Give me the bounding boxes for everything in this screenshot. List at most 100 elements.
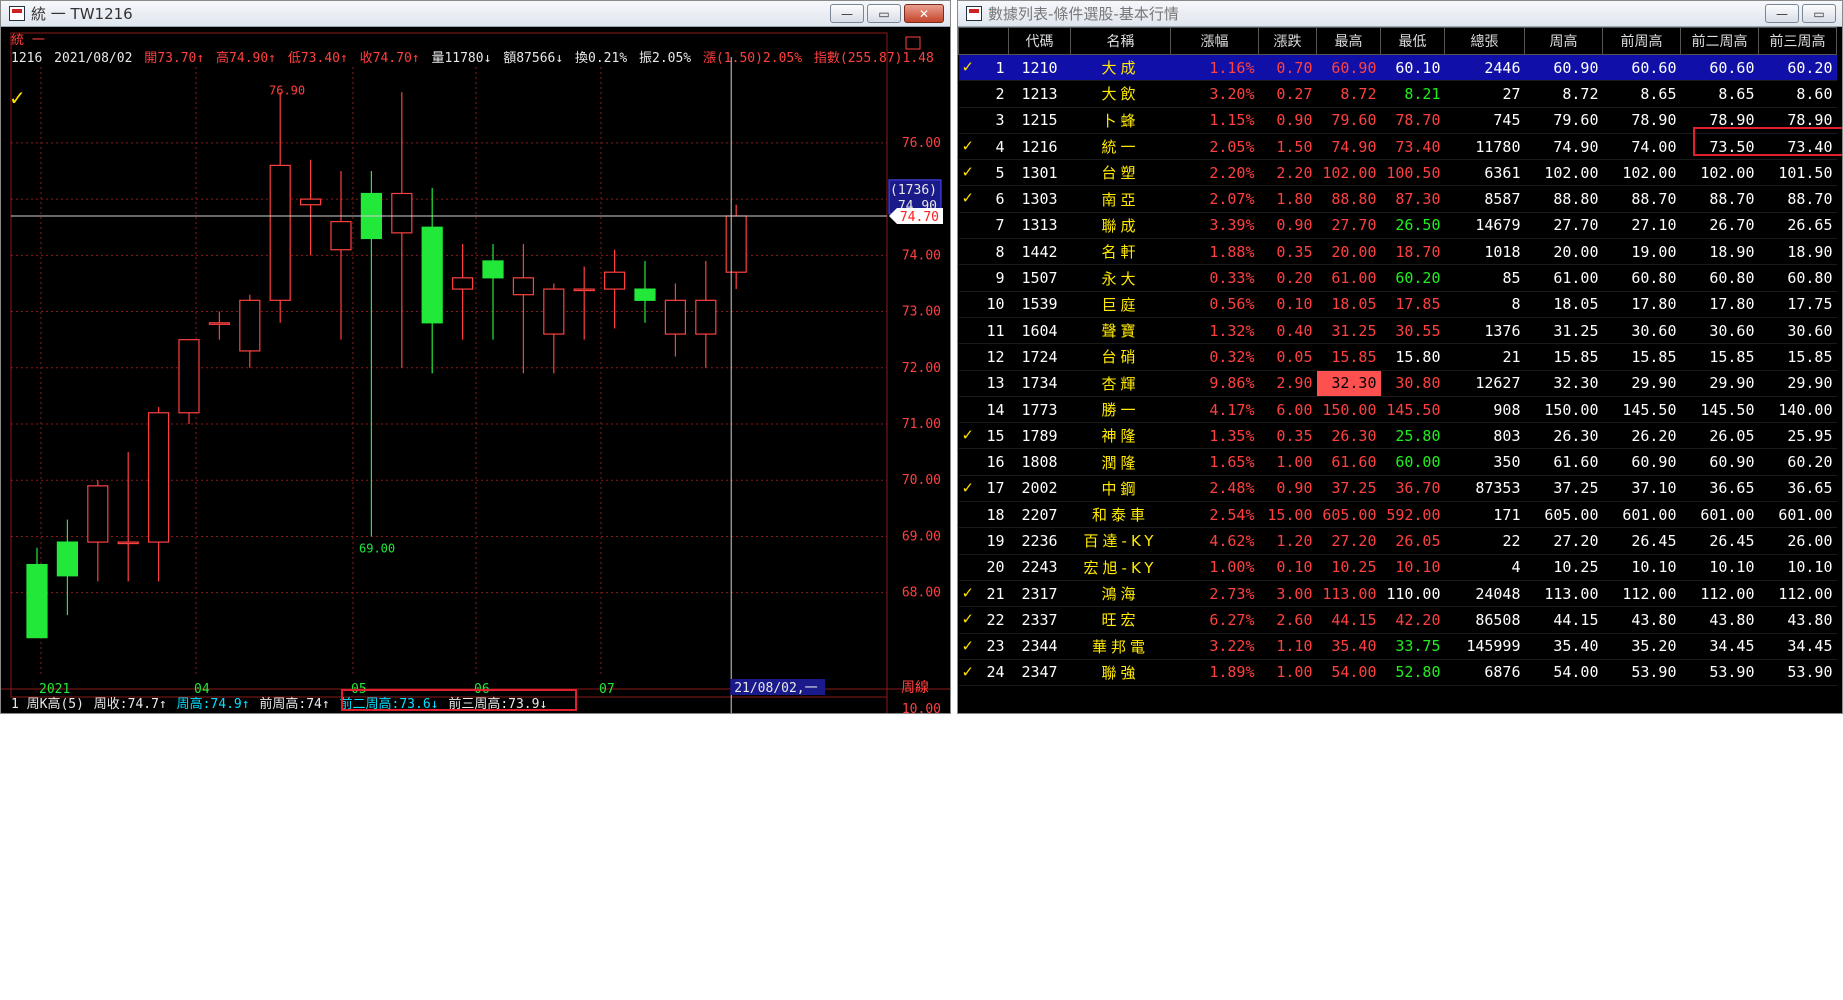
stock-name-cell: 華邦電 (1070, 633, 1171, 660)
change-pct-cell: 3.22% (1170, 633, 1259, 660)
bottom-axis-value: 10.00 (902, 702, 941, 714)
table-titlebar[interactable]: 數據列表-條件選股-基本行情 — ▭ (958, 1, 1842, 27)
column-header[interactable]: 代碼 (1008, 27, 1071, 55)
table-row[interactable]: 13 1734 杏輝 9.86% 2.90 32.30 30.80 12627 32.30 29.… (958, 370, 1837, 397)
change-cell: 1.20 (1258, 527, 1317, 555)
prev-week-high-cell: 43.80 (1602, 606, 1681, 634)
change-cell: 15.00 (1258, 501, 1317, 529)
change-pct-cell: 1.32% (1170, 317, 1259, 345)
change-cell: 2.60 (1258, 606, 1317, 634)
candle-up (543, 288, 565, 335)
table-row[interactable]: ✓ 6 1303 南亞 2.07% 1.80 88.80 87.30 8587 88.80 88.7… (958, 185, 1837, 213)
table-row[interactable]: ✓ 17 2002 中鋼 2.48% 0.90 37.25 36.70 87353 37.25 37… (958, 475, 1837, 503)
table-row[interactable]: ✓ 24 2347 聯強 1.89% 1.00 54.00 52.80 6876 54.00 53.… (958, 659, 1837, 687)
table-row[interactable]: 7 1313 聯成 3.39% 0.90 27.70 26.50 14679 27.70 27.1… (958, 212, 1837, 240)
table-row[interactable]: ✓ 15 1789 神隆 1.35% 0.35 26.30 25.80 803 26.30 26.2… (958, 422, 1837, 450)
indicator-week-high: 周高:74.9↑ (176, 697, 250, 712)
prev3-week-high-cell: 29.90 (1758, 370, 1837, 397)
table-row[interactable]: 12 1724 台硝 0.32% 0.05 15.85 15.80 21 15.85 15.85 1… (958, 343, 1837, 371)
table-row[interactable]: 20 2243 宏旭-KY 1.00% 0.10 10.25 10.10 4 10.25 10.1… (958, 554, 1837, 581)
table-row[interactable]: 19 2236 百達-KY 4.62% 1.20 27.20 26.05 22 27.20 26.… (958, 527, 1837, 555)
column-header[interactable]: 前周高 (1602, 27, 1681, 55)
row-index: 19 (958, 527, 1009, 555)
prev2-week-high-cell: 53.90 (1680, 659, 1759, 687)
column-header[interactable]: 漲跌 (1258, 27, 1317, 55)
change-pct-cell: 6.27% (1170, 606, 1259, 634)
high-cell: 27.20 (1316, 527, 1381, 555)
row-index: ✓ 15 (958, 422, 1009, 450)
column-header[interactable] (958, 27, 1009, 55)
check-icon: ✓ (962, 661, 973, 682)
table-row[interactable]: ✓ 1 1210 大成 1.16% 0.70 60.90 60.10 2446 60.90 60.6… (958, 54, 1837, 82)
stock-name-cell: 潤隆 (1070, 448, 1171, 476)
prev3-week-high-cell: 8.60 (1758, 80, 1837, 108)
column-header[interactable]: 前三周高 (1758, 27, 1837, 55)
column-header[interactable]: 漲幅 (1170, 27, 1259, 55)
prev-week-high-cell: 145.50 (1602, 396, 1681, 424)
table-row[interactable]: ✓ 23 2344 華邦電 3.22% 1.10 35.40 33.75 145999 35.40… (958, 633, 1837, 660)
prev2-week-high-cell: 36.65 (1680, 475, 1759, 503)
column-header[interactable]: 總張 (1444, 27, 1525, 55)
high-cell: 61.60 (1316, 448, 1381, 476)
change-cell: 0.05 (1258, 343, 1317, 371)
column-header[interactable]: 最高 (1316, 27, 1381, 55)
column-header[interactable]: 最低 (1380, 27, 1445, 55)
table-row[interactable]: 8 1442 名軒 1.88% 0.35 20.00 18.70 1018 20.00 19.00… (958, 238, 1837, 266)
low-cell: 60.00 (1380, 448, 1445, 476)
change-pct-cell: 1.65% (1170, 448, 1259, 476)
row-index: 13 (958, 370, 1009, 397)
quote-table[interactable]: 代碼 名稱 漲幅 漲跌 最高 最低 總張 周高 前周高 前二周高 前三周高 ✓ 1 1210 大成 1.16… (958, 27, 1837, 687)
table-minimize-button[interactable]: — (1765, 4, 1799, 23)
table-row[interactable]: ✓ 22 2337 旺宏 6.27% 2.60 44.15 42.20 86508 44.15 43… (958, 606, 1837, 634)
prev3-week-high-cell: 10.10 (1758, 554, 1837, 581)
low-cell: 52.80 (1380, 659, 1445, 687)
change-pct-cell: 2.05% (1170, 133, 1259, 161)
volume-cell: 24048 (1444, 580, 1525, 608)
low-cell: 17.85 (1380, 291, 1445, 318)
table-row[interactable]: 9 1507 永大 0.33% 0.20 61.00 60.20 85 61.00 60.80 60… (958, 264, 1837, 292)
row-index: 10 (958, 291, 1009, 318)
maximize-button[interactable]: ▭ (867, 4, 901, 23)
row-index: ✓ 4 (958, 133, 1009, 161)
table-row[interactable]: 2 1213 大飲 3.20% 0.27 8.72 8.21 27 8.72 8.65 8.65 8.… (958, 80, 1837, 108)
close-button[interactable]: ✕ (904, 4, 944, 23)
chart-window: 統 一 TW1216 — ▭ ✕ 統 一 1216 2021/08/02 開73… (0, 0, 951, 714)
chart-titlebar[interactable]: 統 一 TW1216 — ▭ ✕ (1, 1, 950, 27)
prev2-week-high-cell: 43.80 (1680, 606, 1759, 634)
column-header[interactable]: 前二周高 (1680, 27, 1759, 55)
candle-up (239, 299, 261, 352)
week-high-cell: 113.00 (1524, 580, 1603, 608)
prev2-week-high-cell: 26.70 (1680, 212, 1759, 240)
candle-down (634, 288, 656, 301)
column-header[interactable]: 名稱 (1070, 27, 1171, 55)
table-row[interactable]: ✓ 21 2317 鴻海 2.73% 3.00 113.00 110.00 24048 113.0… (958, 580, 1837, 608)
table-row[interactable]: 11 1604 聲寶 1.32% 0.40 31.25 30.55 1376 31.25 30.6… (958, 317, 1837, 345)
row-index: 12 (958, 343, 1009, 371)
prev3-week-high-cell: 26.00 (1758, 527, 1837, 555)
quote-table-area[interactable]: 代碼 名稱 漲幅 漲跌 最高 最低 總張 周高 前周高 前二周高 前三周高 ✓ 1 1210 大成 1.16… (958, 27, 1842, 713)
volume-cell: 745 (1444, 107, 1525, 134)
high-cell: 79.60 (1316, 107, 1381, 134)
table-maximize-button[interactable]: ▭ (1802, 4, 1836, 23)
minimize-button[interactable]: — (830, 4, 864, 23)
high-cell: 27.70 (1316, 212, 1381, 240)
week-high-cell: 8.72 (1524, 80, 1603, 108)
change-pct-cell: 3.39% (1170, 212, 1259, 240)
candlestick-chart[interactable]: 統 一 1216 2021/08/02 開73.70↑ 高74.90↑ 低73.… (1, 27, 950, 714)
low-cell: 26.50 (1380, 212, 1445, 240)
change-cell: 0.35 (1258, 422, 1317, 450)
week-high-cell: 35.40 (1524, 633, 1603, 660)
indicator-highlight-box (341, 689, 577, 711)
table-row[interactable]: 10 1539 巨庭 0.56% 0.10 18.05 17.85 8 18.05 17.80 17… (958, 291, 1837, 318)
price-axis-label: 74.00 (902, 248, 941, 263)
column-header[interactable]: 周高 (1524, 27, 1603, 55)
table-row[interactable]: 14 1773 勝一 4.17% 6.00 150.00 145.50 908 150.00 14… (958, 396, 1837, 424)
week-high-cell: 88.80 (1524, 185, 1603, 213)
table-row[interactable]: 18 2207 和泰車 2.54% 15.00 605.00 592.00 171 605.00… (958, 501, 1837, 529)
candle-down (26, 563, 48, 639)
plot-border (10, 32, 888, 698)
table-row[interactable]: 16 1808 潤隆 1.65% 1.00 61.60 60.00 350 61.60 60.90… (958, 448, 1837, 476)
table-row[interactable]: ✓ 5 1301 台塑 2.20% 2.20 102.00 100.50 6361 102.00 1… (958, 159, 1837, 187)
change-cell: 0.90 (1258, 107, 1317, 134)
stock-code-cell: 1734 (1008, 370, 1071, 397)
